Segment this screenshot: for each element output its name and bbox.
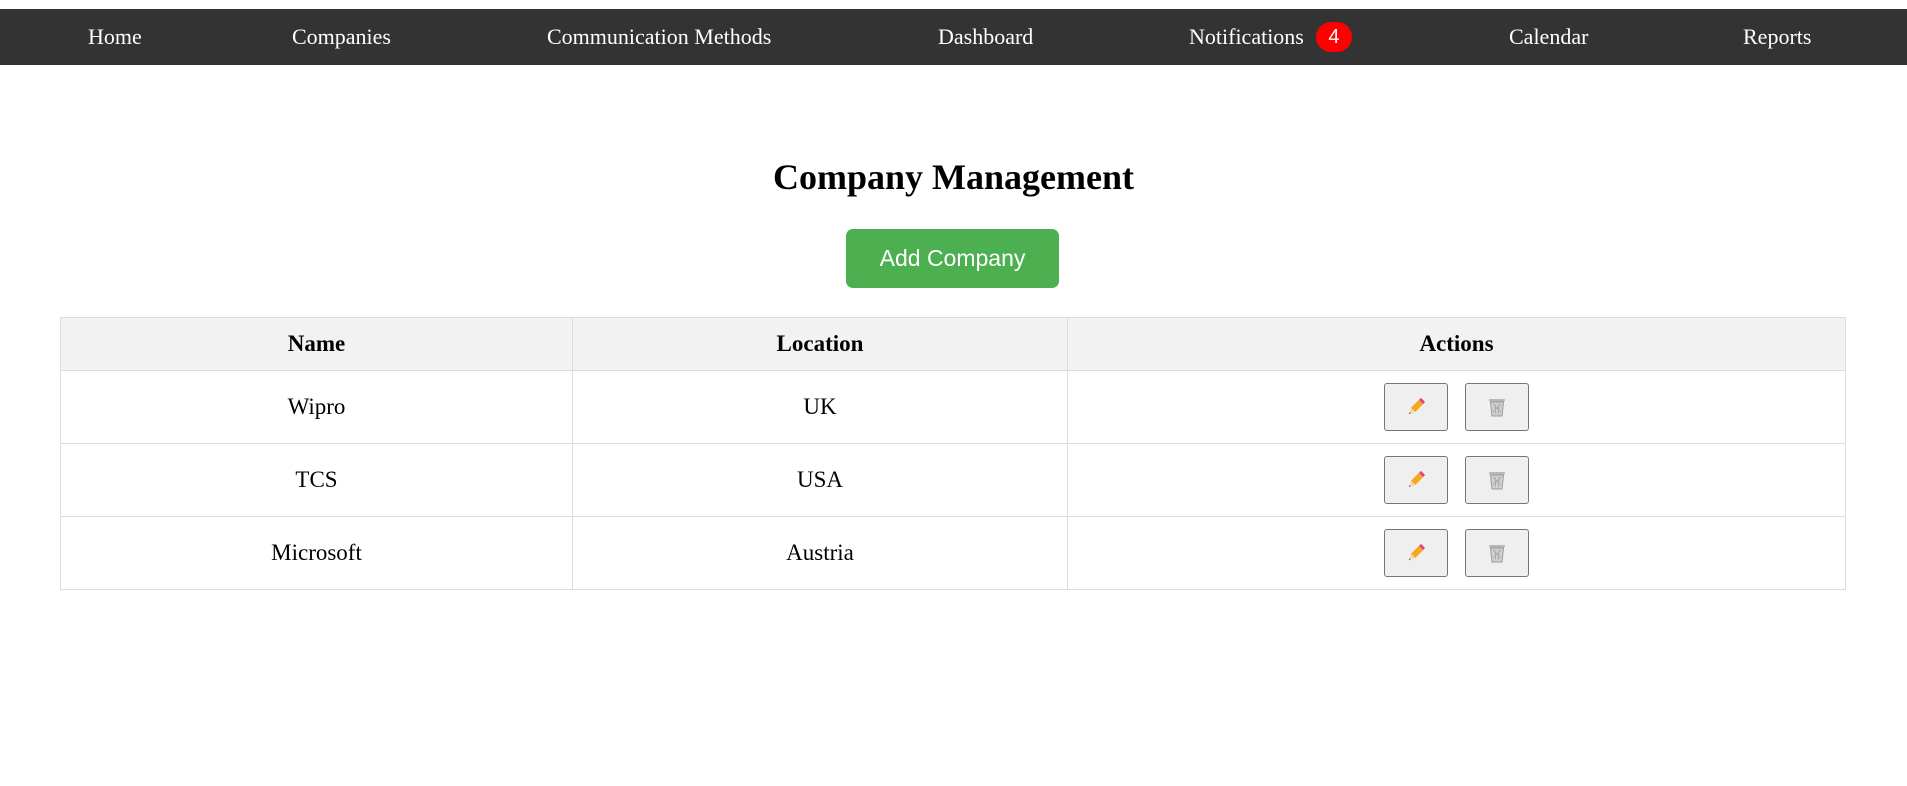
column-header-location: Location [572,317,1068,371]
nav-item-home[interactable]: Home [88,9,142,65]
column-header-actions: Actions [1067,317,1846,371]
delete-button[interactable] [1465,456,1530,504]
pencil-icon [1408,471,1425,488]
company-location-cell: USA [572,443,1068,517]
table-row: TCS USA [60,443,1846,517]
nav-item-notifications-label: Notifications [1189,24,1304,49]
company-location-cell: UK [572,370,1068,444]
company-name-cell: TCS [60,443,573,517]
edit-button[interactable] [1383,456,1448,504]
pencil-icon [1408,398,1425,415]
actions-cell [1067,516,1846,590]
companies-table: Name Location Actions Wipro UK TCS USA M… [60,317,1846,590]
notification-count-badge: 4 [1315,21,1352,52]
delete-button[interactable] [1465,383,1530,431]
nav-item-reports[interactable]: Reports [1743,9,1811,65]
actions-cell [1067,370,1846,444]
edit-button[interactable] [1383,529,1448,577]
table-row: Microsoft Austria [60,516,1846,590]
table-header-row: Name Location Actions [60,317,1846,371]
add-company-button[interactable]: Add Company [846,229,1059,288]
page-title: Company Management [773,157,1134,197]
nav-item-companies[interactable]: Companies [292,9,391,65]
table-row: Wipro UK [60,370,1846,444]
nav-item-dashboard[interactable]: Dashboard [938,9,1033,65]
nav-item-notifications[interactable]: Notifications 4 [1189,9,1352,65]
company-location-cell: Austria [572,516,1068,590]
column-header-name: Name [60,317,573,371]
wastebasket-icon [1489,545,1506,563]
wastebasket-icon [1489,399,1506,417]
wastebasket-icon [1489,472,1506,490]
company-name-cell: Microsoft [60,516,573,590]
pencil-icon [1408,544,1425,561]
delete-button[interactable] [1465,529,1530,577]
nav-item-calendar[interactable]: Calendar [1509,9,1588,65]
nav-item-communication-methods[interactable]: Communication Methods [547,9,771,65]
company-name-cell: Wipro [60,370,573,444]
actions-cell [1067,443,1846,517]
edit-button[interactable] [1383,383,1448,431]
top-navbar: Home Companies Communication Methods Das… [0,9,1907,65]
